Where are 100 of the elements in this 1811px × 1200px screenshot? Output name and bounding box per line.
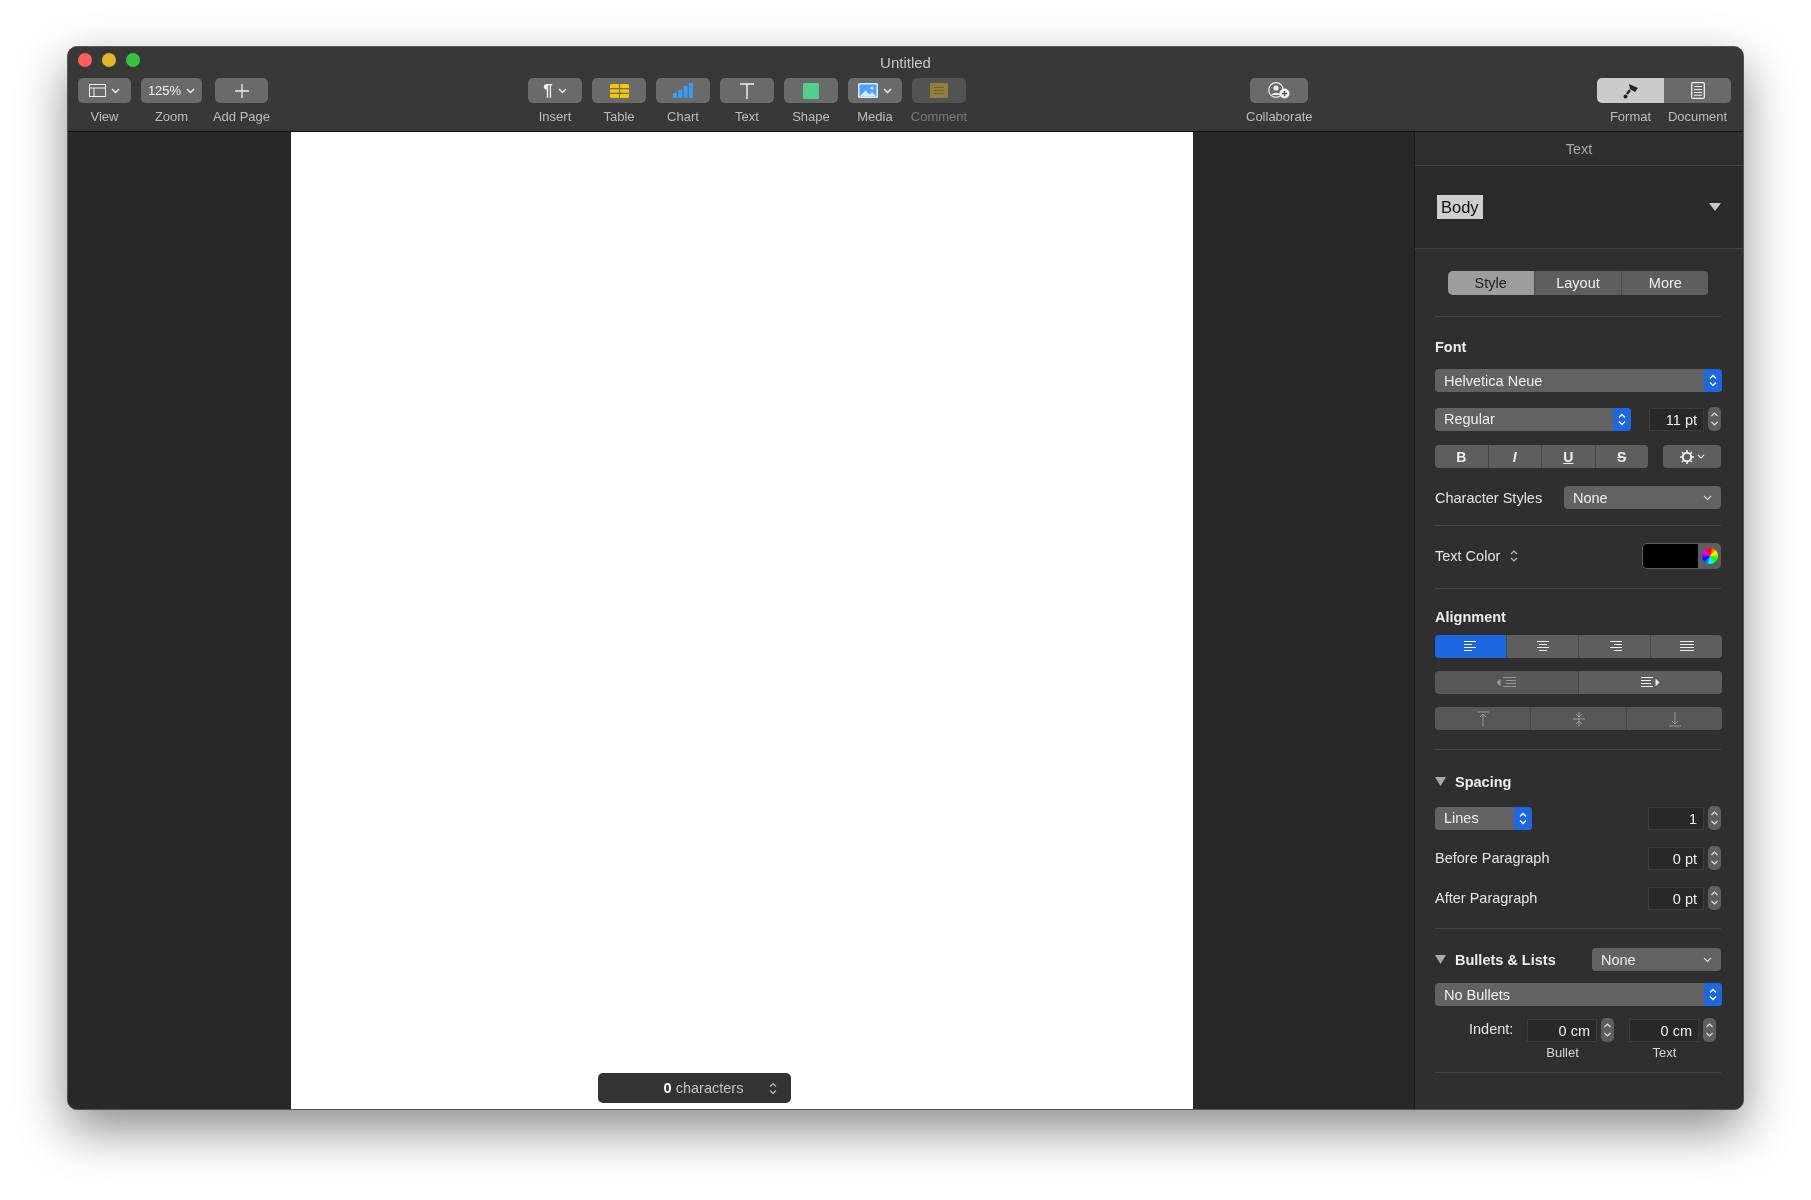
section-heading: Bullets & Lists (1455, 951, 1556, 968)
text-options-button[interactable] (1663, 445, 1721, 468)
insert-button[interactable]: ¶ (528, 78, 582, 103)
toolbar-label: Zoom (154, 109, 189, 124)
stepper-icon (1704, 983, 1722, 1006)
format-tab[interactable] (1597, 78, 1664, 103)
chevron-icon (883, 87, 892, 94)
spacing-field[interactable]: 0 pt (1648, 846, 1704, 870)
align-icon (1463, 641, 1478, 652)
list-style-popup[interactable]: None (1592, 948, 1721, 971)
toolbar-label: Shape (792, 109, 830, 124)
disclosure-triangle-icon[interactable] (1435, 777, 1446, 787)
stepper-icon (1514, 806, 1532, 830)
zoom-window-button[interactable] (126, 53, 140, 67)
align-icon (1607, 641, 1622, 652)
document-icon (1690, 82, 1705, 99)
align-icon (1535, 641, 1550, 652)
document-tab[interactable] (1664, 78, 1731, 103)
typeface-popup[interactable]: Regular (1435, 407, 1632, 431)
square-icon (803, 82, 819, 99)
strike-button[interactable]: S (1594, 445, 1648, 468)
field-label: Indent: (1469, 1021, 1515, 1037)
toolbar-label: Add Page (212, 109, 271, 124)
chevron-icon (1703, 956, 1712, 963)
stepper-icon[interactable] (1708, 886, 1721, 910)
plus-icon (234, 83, 249, 98)
collaborate-button[interactable] (1250, 78, 1309, 103)
stepper-icon[interactable] (1703, 1018, 1716, 1042)
note-icon (930, 83, 948, 98)
stepper-icon (1613, 407, 1632, 431)
line-spacing-field[interactable]: 1 (1648, 806, 1704, 830)
chevron-icon (111, 87, 120, 94)
toolbar-label: Table (603, 109, 635, 124)
chevron-icon (557, 87, 567, 94)
line-spacing-popup[interactable]: Lines (1435, 806, 1532, 830)
character-styles-popup[interactable]: None (1564, 486, 1721, 509)
minimize-button[interactable] (102, 53, 116, 67)
bold-button[interactable]: B (1435, 445, 1488, 468)
inspector-tab[interactable]: Style (1447, 271, 1534, 295)
field-label: Text Color (1435, 548, 1501, 564)
toolbar-label: Comment (910, 109, 968, 124)
color-wheel-icon[interactable] (1702, 548, 1718, 564)
paragraph-style-name[interactable]: Body (1437, 195, 1483, 219)
field-caption: Text (1652, 1045, 1677, 1060)
align-left-button[interactable] (1435, 635, 1506, 658)
document-page[interactable]: 0 characters (291, 132, 1193, 1109)
indent-field[interactable]: 0 cm (1527, 1018, 1597, 1042)
toolbar-label: Collaborate (1246, 109, 1313, 124)
media-button[interactable] (848, 78, 902, 103)
window-title: Untitled (880, 54, 931, 71)
font-family-popup[interactable]: Helvetica Neue (1435, 369, 1722, 392)
inspector-tab[interactable]: Layout (1533, 271, 1622, 295)
align-bottom-icon (1666, 710, 1683, 727)
bullet-type-popup[interactable]: No Bullets (1435, 983, 1722, 1006)
spacing-field[interactable]: 0 pt (1648, 886, 1704, 910)
zoom-button[interactable]: 125% (141, 78, 202, 103)
table-button[interactable] (592, 78, 646, 103)
indent-field[interactable]: 0 cm (1629, 1018, 1699, 1042)
text-box-icon (740, 82, 754, 99)
add-page-button[interactable] (215, 78, 268, 103)
toolbar-label: Text (735, 109, 759, 124)
disclosure-triangle-icon[interactable] (1435, 954, 1446, 965)
toolbar-label: View (90, 109, 119, 124)
underline-button[interactable]: U (1541, 445, 1595, 468)
italic-button[interactable]: I (1487, 445, 1541, 468)
color-swatch[interactable] (1643, 544, 1698, 568)
text-button[interactable] (720, 78, 774, 103)
toolbar-label: Document (1666, 109, 1729, 124)
view-button[interactable] (78, 78, 131, 103)
stepper-icon[interactable] (1601, 1018, 1614, 1042)
chevron-icon (1703, 494, 1712, 501)
stepper-icon[interactable] (1708, 806, 1721, 830)
toolbar-label: Media (857, 109, 893, 124)
inspector-tab[interactable]: More (1621, 271, 1709, 295)
picture-icon (858, 83, 878, 98)
color-well[interactable] (1642, 543, 1721, 569)
align-middle-icon (1570, 710, 1587, 727)
stepper-icon[interactable] (1510, 549, 1519, 563)
field-label: Before Paragraph (1435, 850, 1550, 866)
field-label: Character Styles (1435, 489, 1543, 506)
toolbar-label: Chart (667, 109, 699, 124)
paintbrush-icon (1622, 82, 1639, 99)
align-justify-button[interactable] (1650, 635, 1722, 658)
add-person-icon (1268, 82, 1291, 99)
align-right-button[interactable] (1578, 635, 1650, 658)
inspector-title: Text (1565, 140, 1593, 157)
indent-icon (1640, 677, 1661, 688)
gear-icon (1679, 449, 1694, 464)
section-heading: Font (1435, 339, 1468, 355)
toolbar-label: Format (1608, 109, 1653, 124)
bar-chart-icon (673, 83, 693, 98)
dropdown-triangle-icon[interactable] (1709, 203, 1721, 211)
stepper-icon[interactable] (1708, 407, 1721, 431)
character-counter[interactable]: 0 characters (598, 1073, 791, 1103)
chevron-icon (186, 87, 196, 94)
align-center-button[interactable] (1506, 635, 1578, 658)
shape-button[interactable] (784, 78, 838, 103)
font-size-field[interactable]: 11 pt (1649, 407, 1705, 431)
close-button[interactable] (78, 53, 92, 67)
stepper-icon[interactable] (1708, 846, 1721, 870)
